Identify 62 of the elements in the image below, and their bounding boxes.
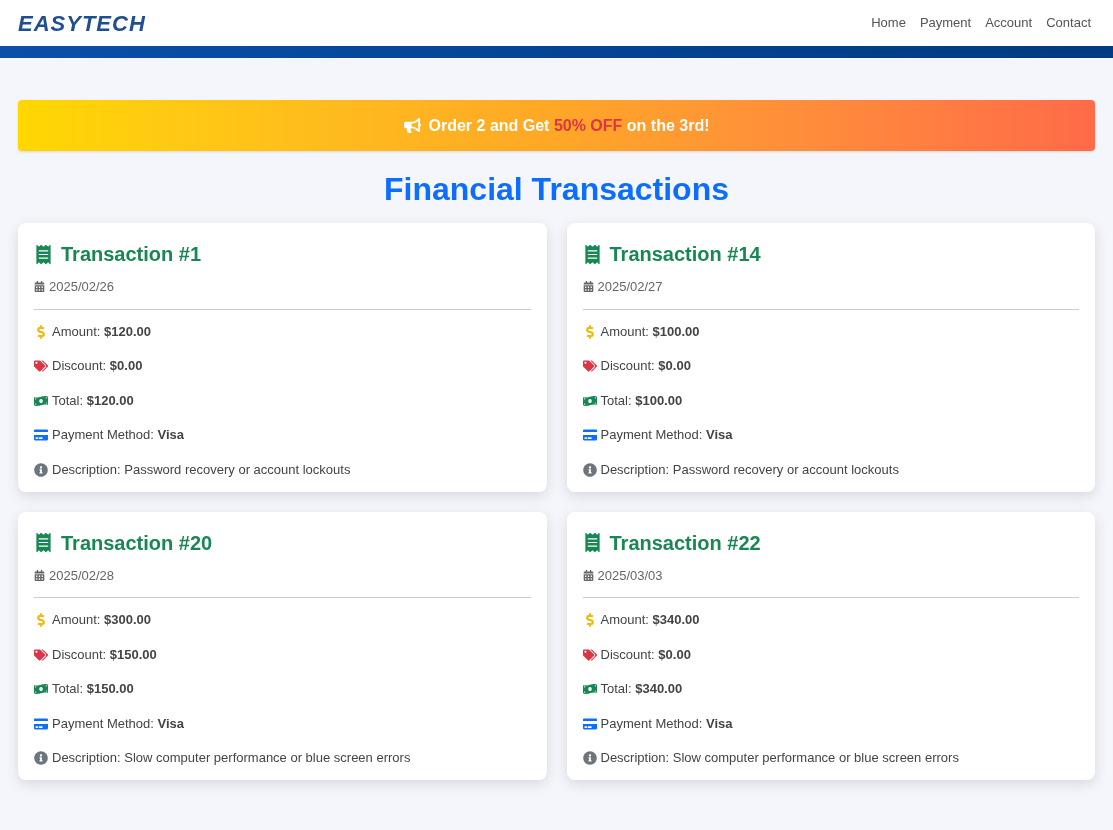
field-text: Description: Slow computer performance or blue screen errors (600, 749, 959, 768)
nav-link[interactable]: Home (871, 13, 906, 33)
dollar-icon (34, 613, 48, 627)
receipt-icon (582, 533, 602, 552)
banknote-icon (34, 682, 48, 696)
transaction-date: 2025/02/27 (597, 278, 663, 296)
banknote-icon (582, 393, 597, 408)
field-text: Discount: $150.00 (52, 645, 157, 664)
credit-card-icon (582, 428, 597, 442)
field-text: Description: Slow computer performance or blue screen errors (52, 749, 411, 768)
receipt-icon (34, 533, 53, 552)
field-text: Total: $120.00 (52, 391, 134, 410)
nav-link[interactable]: Account (985, 13, 1033, 33)
field-text: Description: Password recovery or account lockouts (52, 460, 351, 479)
receipt-icon (34, 244, 53, 264)
credit-card-icon (34, 716, 48, 731)
field-text: Total: $150.00 (52, 680, 134, 699)
field-text: Total: $340.00 (600, 680, 683, 699)
info-icon (582, 462, 597, 477)
page-heading: Financial Transactions (383, 170, 730, 209)
field-text: Total: $100.00 (600, 391, 683, 410)
transaction-title: Transaction #20 (61, 530, 213, 556)
field-text: Description: Password recovery or account lockouts (600, 460, 899, 479)
calendar-icon (34, 569, 45, 581)
tag-icon (582, 359, 597, 373)
info-icon (582, 751, 597, 765)
calendar-icon (582, 569, 594, 581)
promo-text: Order 2 and Get 50% OFF on the 3rd! (428, 115, 710, 136)
field-text: Discount: $0.00 (600, 357, 691, 376)
tag-icon (582, 647, 597, 662)
credit-card-icon (582, 716, 597, 731)
transaction-title: Transaction #1 (61, 242, 202, 267)
calendar-icon (34, 281, 45, 293)
field-text: Discount: $0.00 (600, 645, 691, 664)
transaction-title: Transaction #14 (609, 242, 761, 267)
field-text: Payment Method: Visa (52, 714, 185, 733)
field-text: Amount: $340.00 (600, 611, 700, 630)
nav-link[interactable]: Payment (919, 13, 972, 33)
field-text: Amount: $300.00 (52, 611, 152, 630)
info-icon (34, 462, 48, 477)
field-text: Amount: $120.00 (52, 322, 152, 341)
transaction-date: 2025/02/26 (49, 278, 115, 296)
tag-icon (34, 359, 48, 373)
dollar-icon (34, 324, 48, 339)
field-text: Discount: $0.00 (52, 357, 143, 376)
banknote-icon (582, 682, 597, 696)
tag-icon (34, 647, 48, 662)
logo[interactable]: EASYTECH (18, 6, 146, 40)
field-text: Amount: $100.00 (600, 322, 700, 341)
transaction-date: 2025/03/03 (597, 566, 663, 585)
info-icon (34, 751, 48, 765)
megaphone-icon (403, 117, 421, 134)
field-text: Payment Method: Visa (600, 426, 733, 445)
calendar-icon (582, 281, 594, 293)
transaction-date: 2025/02/28 (49, 566, 115, 585)
banknote-icon (34, 393, 48, 408)
nav-link[interactable]: Contact (1046, 13, 1091, 33)
receipt-icon (582, 244, 602, 264)
field-text: Payment Method: Visa (600, 714, 733, 733)
field-text: Payment Method: Visa (52, 426, 185, 445)
credit-card-icon (34, 428, 48, 442)
transaction-title: Transaction #22 (609, 530, 761, 556)
